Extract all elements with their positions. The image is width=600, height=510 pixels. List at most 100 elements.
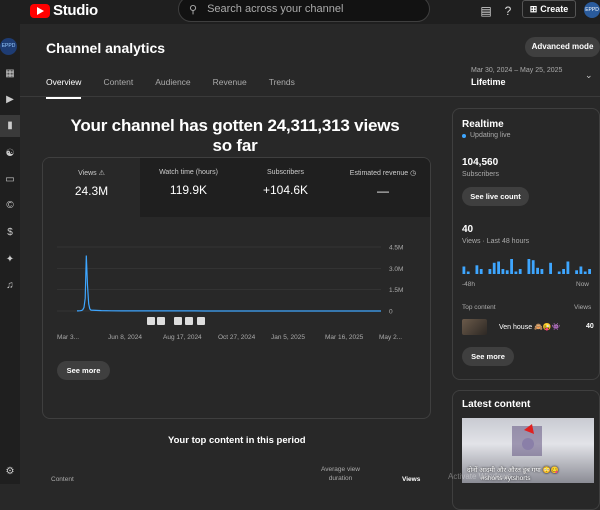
realtime-bar[interactable] — [488, 269, 492, 274]
realtime-bar[interactable] — [540, 269, 544, 274]
audio-library-icon[interactable]: ♫ — [4, 280, 16, 292]
metric-revenue[interactable]: Estimated revenue ◷ — — [334, 158, 430, 217]
subscriber-label: Subscribers — [462, 171, 499, 178]
channel-avatar[interactable]: EPPD — [0, 38, 17, 55]
realtime-bar[interactable] — [497, 261, 500, 275]
customization-icon[interactable]: ✦ — [4, 254, 16, 266]
x-tick-label: Mar 16, 2025 — [325, 334, 364, 341]
realtime-see-more-button[interactable]: See more — [462, 347, 514, 366]
metric-watch-time[interactable]: Watch time (hours) 119.9K — [140, 158, 237, 217]
axis-start-label: -48h — [462, 281, 476, 288]
realtime-bar[interactable] — [531, 260, 535, 274]
community-icon[interactable]: ☯ — [4, 148, 16, 160]
analytics-icon[interactable]: ▮ — [0, 115, 20, 137]
period-selector[interactable]: Lifetime — [471, 77, 506, 87]
realtime-bar[interactable] — [479, 269, 483, 274]
video-marker-icon[interactable] — [147, 317, 155, 325]
video-marker-icon[interactable] — [174, 317, 182, 325]
metric-label: Subscribers — [267, 169, 304, 176]
y-tick-label: 0 — [389, 309, 393, 316]
video-thumbnail[interactable] — [462, 319, 487, 335]
subtitles-icon[interactable]: ▭ — [4, 174, 16, 186]
top-video-title[interactable]: Ven house 🙈😜👾 — [499, 323, 560, 331]
create-label: Create — [540, 4, 569, 14]
date-range[interactable]: Mar 30, 2024 – May 25, 2025 — [471, 67, 562, 74]
search-icon: ⚲ — [189, 3, 198, 16]
realtime-bar[interactable] — [514, 271, 518, 275]
search-bar[interactable]: ⚲ Search across your channel — [178, 0, 430, 22]
realtime-bar[interactable] — [510, 259, 513, 274]
realtime-views-label: Views · Last 48 hours — [462, 238, 530, 245]
video-marker-icon[interactable] — [185, 317, 193, 325]
tab-revenue[interactable]: Revenue — [213, 77, 247, 99]
see-live-count-button[interactable]: See live count — [462, 187, 529, 206]
y-tick-label: 4.5M — [389, 245, 403, 252]
metric-label: Estimated revenue — [349, 170, 409, 177]
realtime-bar[interactable] — [501, 269, 505, 274]
settings-icon[interactable]: ⚙ — [4, 466, 16, 478]
latest-content-title: Latest content — [462, 399, 531, 410]
realtime-bar[interactable] — [557, 271, 561, 275]
earn-icon[interactable]: $ — [4, 227, 16, 239]
video-marker-icon[interactable] — [157, 317, 165, 325]
advanced-mode-button[interactable]: Advanced mode — [525, 37, 600, 57]
realtime-bar[interactable] — [588, 269, 591, 274]
realtime-bar[interactable] — [527, 259, 531, 274]
metric-value: 24.3M — [74, 184, 109, 198]
realtime-title: Realtime — [462, 119, 504, 130]
add-video-icon: ⊞ — [529, 3, 538, 14]
realtime-bar[interactable] — [549, 262, 552, 274]
tab-audience[interactable]: Audience — [155, 77, 190, 99]
tab-content[interactable]: Content — [103, 77, 133, 99]
x-tick-label: Oct 27, 2024 — [218, 334, 256, 341]
realtime-bar[interactable] — [505, 270, 509, 274]
views-headline: Your channel has gotten 24,311,313 views… — [70, 116, 400, 155]
warning-icon: ⚠ — [98, 170, 105, 177]
activate-windows-watermark: Activate Windows — [448, 472, 512, 481]
views-series-line[interactable] — [77, 255, 381, 312]
see-more-button[interactable]: See more — [57, 361, 110, 380]
top-bar: Studio ⚲ Search across your channel ▤ ? … — [0, 0, 600, 24]
logo-text: Studio — [53, 2, 98, 19]
content-icon[interactable]: ▶ — [4, 94, 16, 106]
tab-overview[interactable]: Overview — [46, 77, 82, 99]
realtime-bar[interactable] — [562, 269, 565, 274]
realtime-bar[interactable] — [475, 265, 479, 274]
realtime-bar[interactable] — [579, 266, 583, 275]
realtime-bar[interactable] — [518, 269, 522, 274]
updating-label: Updating live — [470, 132, 511, 139]
studio-logo[interactable]: Studio — [30, 2, 98, 19]
overview-card: Views ⚠ 24.3M Watch time (hours) 119.9K … — [42, 157, 431, 419]
tab-trends[interactable]: Trends — [269, 77, 295, 99]
top-content-title: Your top content in this period — [168, 435, 306, 446]
views-column-label: Views — [574, 304, 592, 311]
video-marker-icon[interactable] — [197, 317, 205, 325]
metric-value: — — [377, 184, 389, 198]
metric-subscribers[interactable]: Subscribers +104.6K — [237, 158, 334, 217]
y-tick-label: 3.0M — [389, 266, 403, 273]
column-header-content: Content — [51, 476, 74, 483]
realtime-bar[interactable] — [575, 270, 578, 274]
chevron-down-icon[interactable]: ⌄ — [585, 70, 593, 81]
messages-icon[interactable]: ▤ — [478, 3, 494, 19]
realtime-bar[interactable] — [566, 261, 570, 275]
dashboard-icon[interactable]: ▦ — [4, 68, 16, 80]
copyright-icon[interactable]: © — [4, 200, 16, 212]
account-avatar[interactable]: EPPD — [584, 2, 600, 18]
realtime-bar[interactable] — [466, 271, 470, 275]
realtime-bar[interactable] — [536, 267, 539, 274]
search-input[interactable]: Search across your channel — [207, 3, 343, 15]
views-line-chart[interactable]: 4.5M 3.0M 1.5M 0 Mar 3... Jun 8, 2024 Aug 17, … — [43, 217, 431, 377]
create-button[interactable]: ⊞ Create — [522, 0, 576, 18]
top-video-views: 40 — [586, 323, 594, 330]
metric-label: Watch time (hours) — [159, 169, 218, 176]
metric-views[interactable]: Views ⚠ 24.3M — [43, 158, 140, 217]
realtime-bar[interactable] — [462, 266, 466, 275]
x-tick-label: Jan 5, 2025 — [271, 334, 305, 341]
analytics-header: Channel analytics Advanced mode Overview… — [20, 24, 600, 99]
help-icon[interactable]: ? — [500, 3, 516, 19]
realtime-bar[interactable] — [583, 271, 587, 275]
realtime-bar[interactable] — [492, 262, 496, 274]
realtime-bar-chart[interactable] — [462, 249, 592, 274]
latest-content-card: Latest content दोनों आदमी और औरत डूब गया… — [452, 390, 600, 510]
